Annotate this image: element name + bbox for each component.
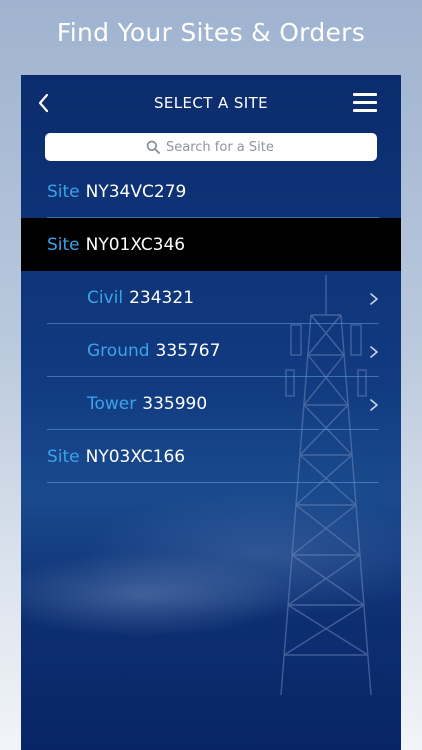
hamburger-menu-icon[interactable] — [353, 93, 377, 113]
app-screen: SELECT A SITE Site NY34VC279 Site NY01XC… — [21, 75, 401, 750]
item-id: NY01XC346 — [85, 234, 186, 255]
chevron-right-icon — [370, 293, 378, 305]
list-item-site[interactable]: Site NY03XC166 — [21, 430, 401, 483]
site-list: Site NY34VC279 Site NY01XC346 Civil 2343… — [21, 165, 401, 483]
navigation-bar: SELECT A SITE — [21, 75, 401, 133]
list-item-site[interactable]: Site NY34VC279 — [21, 165, 401, 218]
promo-headline: Find Your Sites & Orders — [56, 18, 366, 47]
item-id: 234321 — [129, 287, 195, 308]
search-icon — [146, 140, 160, 154]
search-bar[interactable] — [45, 133, 377, 161]
row-divider — [47, 482, 379, 483]
item-type-label: Site — [47, 446, 80, 467]
list-item-order[interactable]: Tower 335990 — [21, 377, 401, 430]
chevron-right-icon — [370, 346, 378, 358]
item-id: NY03XC166 — [85, 446, 186, 467]
chevron-right-icon — [370, 399, 378, 411]
page-title: SELECT A SITE — [153, 94, 269, 112]
item-type-label: Site — [47, 181, 80, 202]
item-id: 335990 — [142, 393, 208, 414]
item-type-label: Site — [47, 234, 80, 255]
list-item-order[interactable]: Ground 335767 — [21, 324, 401, 377]
item-id: NY34VC279 — [85, 181, 187, 202]
search-input[interactable] — [166, 139, 276, 155]
item-id: 335767 — [155, 340, 221, 361]
item-type-label: Civil — [87, 287, 124, 308]
item-type-label: Ground — [87, 340, 150, 361]
list-item-order[interactable]: Civil 234321 — [21, 271, 401, 324]
list-item-site-selected[interactable]: Site NY01XC346 — [21, 218, 401, 271]
item-type-label: Tower — [87, 393, 137, 414]
